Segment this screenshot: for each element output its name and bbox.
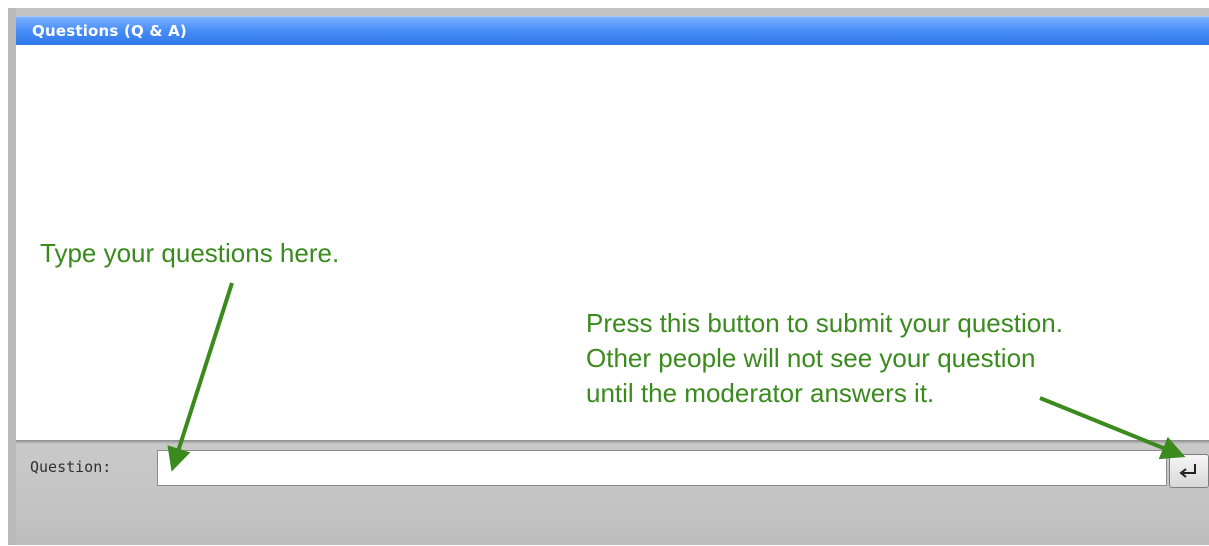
question-input-bar: Question: <box>16 440 1209 545</box>
panel-titlebar: Questions (Q & A) <box>16 16 1209 45</box>
panel-border-left <box>8 8 16 545</box>
question-input[interactable] <box>157 450 1167 486</box>
submit-hint-line-2: Other people will not see your question <box>586 343 1036 373</box>
submit-hint-line-3: until the moderator answers it. <box>586 378 935 408</box>
question-label: Question: <box>30 458 112 476</box>
enter-return-icon <box>1178 462 1200 480</box>
panel-border-top <box>8 8 1209 16</box>
qa-panel: Questions (Q & A) Type your questions he… <box>0 0 1209 546</box>
type-question-hint: Type your questions here. <box>40 238 340 268</box>
panel-title: Questions (Q & A) <box>32 22 187 40</box>
submit-question-button[interactable] <box>1169 454 1209 488</box>
submit-hint-line-1: Press this button to submit your questio… <box>586 308 1063 338</box>
submit-question-hint: Press this button to submit your questio… <box>586 306 1063 411</box>
